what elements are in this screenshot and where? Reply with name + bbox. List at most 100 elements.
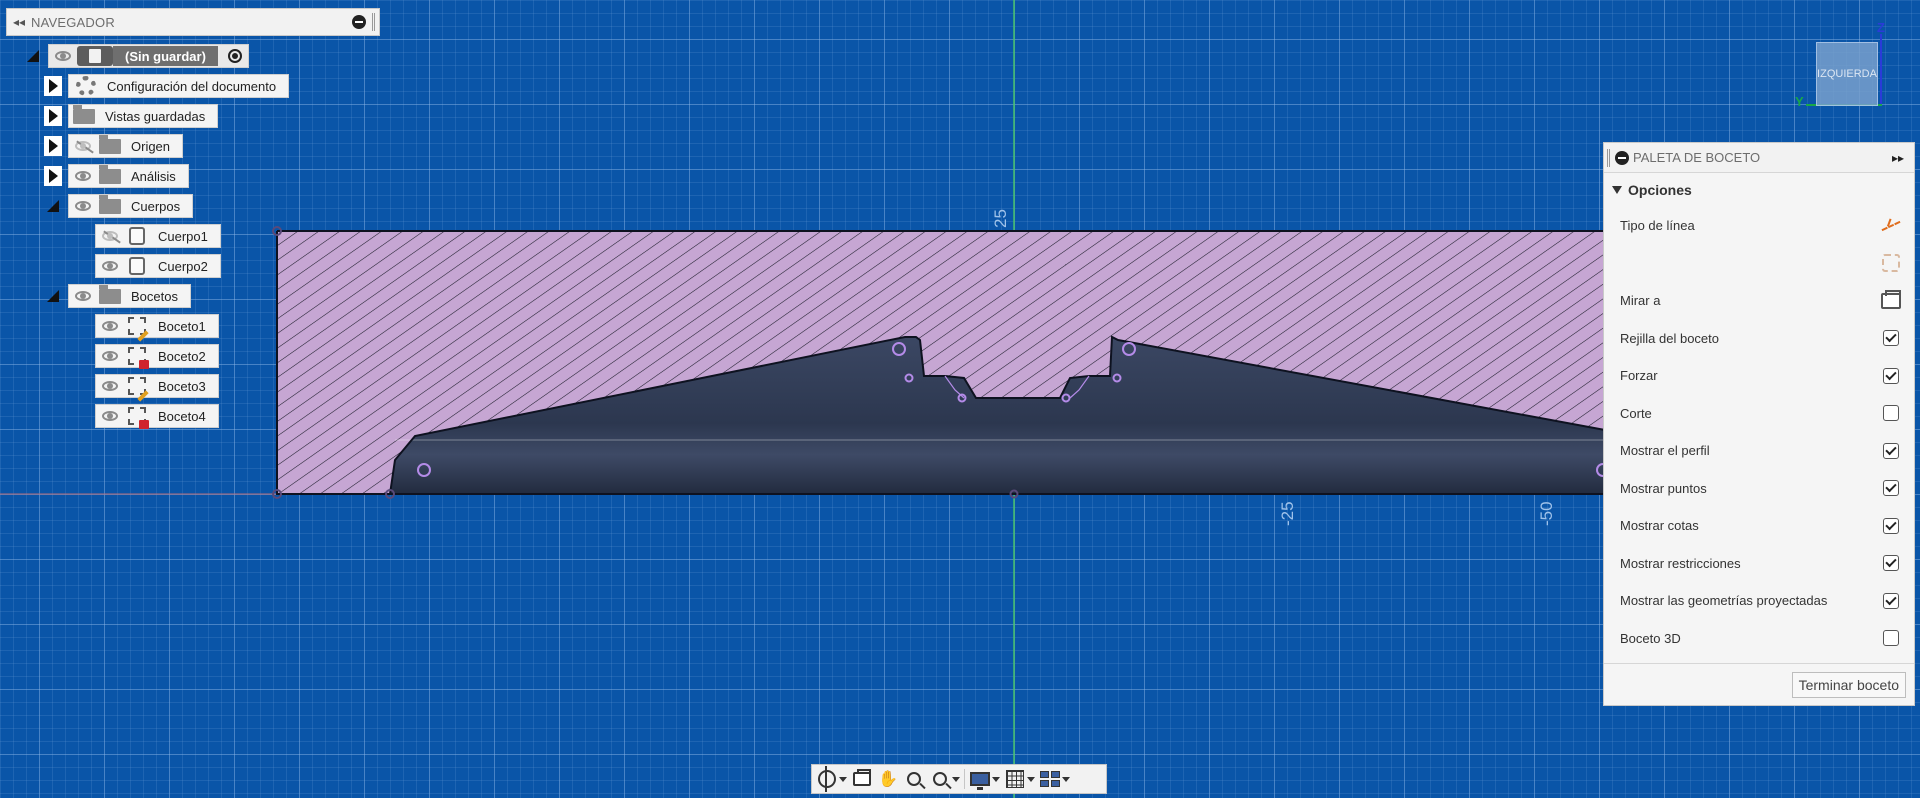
chevron-down-icon[interactable] [839,776,847,782]
sketch-grid-checkbox[interactable] [1883,330,1899,347]
eye-icon[interactable] [69,285,97,307]
3d-sketch-checkbox[interactable] [1883,630,1899,647]
expand-toggle-icon[interactable] [44,106,62,126]
option-show-profile: Mostrar el perfil [1604,432,1914,470]
body-icon [124,255,150,277]
zoom-button[interactable] [903,767,925,791]
view-cube-face-label[interactable]: IZQUIERDA [1817,68,1877,80]
tree-item-document-settings[interactable]: Configuración del documento [44,73,290,99]
eye-icon[interactable] [49,45,77,67]
expand-toggle-icon[interactable] [24,47,42,65]
look-at-button[interactable] [851,767,873,791]
tree-item-analysis[interactable]: Análisis [44,163,189,189]
fit-button[interactable] [929,767,960,791]
finish-sketch-button[interactable]: Terminar boceto [1791,671,1906,698]
expand-toggle-icon[interactable] [44,136,62,156]
eye-icon[interactable] [96,315,124,337]
eye-icon[interactable] [96,405,124,427]
tree-item-label: Configuración del documento [107,78,277,94]
eye-icon[interactable] [69,195,97,217]
display-settings-button[interactable] [969,767,1000,791]
eye-hidden-icon[interactable] [96,225,124,247]
pin-icon[interactable] [352,15,366,29]
sketch-edit-icon [124,315,150,342]
eye-icon[interactable] [96,345,124,367]
option-label: Mostrar restricciones [1620,555,1741,571]
show-dimensions-checkbox[interactable] [1883,517,1899,534]
tree-item-label: Boceto2 [158,348,206,364]
navigator-header[interactable]: ◂◂ NAVEGADOR [6,8,380,36]
option-label: Mostrar puntos [1620,480,1707,496]
eye-icon[interactable] [96,255,124,277]
option-show-projected-geometries: Mostrar las geometrías proyectadas [1604,582,1914,620]
folder-icon [97,134,123,157]
option-look-at: Mirar a [1604,282,1914,320]
tree-item-label: Origen [131,138,171,154]
collapse-toggle-icon[interactable] [44,287,62,305]
z-axis-line [1880,34,1882,104]
grip-handle[interactable] [1607,148,1610,167]
z-axis-label: Z [1877,20,1885,35]
viewports-button[interactable] [1039,767,1070,791]
chevron-down-icon[interactable] [992,776,1000,782]
construction-line-icon[interactable] [1878,214,1904,238]
option-line-type-2 [1604,245,1914,283]
pan-button[interactable]: ✋ [877,767,899,791]
activate-target-icon[interactable] [224,45,246,67]
expand-toggle-icon[interactable] [44,76,62,96]
pin-icon[interactable] [1615,150,1629,165]
tree-item-label: Análisis [131,168,176,184]
tree-item-saved-views[interactable]: Vistas guardadas [44,103,219,129]
zoom-icon [903,769,925,789]
grid-settings-button[interactable] [1004,767,1035,791]
snap-checkbox[interactable] [1883,367,1899,384]
palette-title: PALETA DE BOCETO [1633,150,1761,165]
show-profile-checkbox[interactable] [1883,442,1899,459]
show-projected-geometries-checkbox[interactable] [1883,592,1899,609]
chevron-down-icon[interactable] [952,776,960,782]
tree-item-sketch3[interactable]: Boceto3 [95,373,219,402]
eye-icon[interactable] [96,375,124,397]
pan-icon: ✋ [878,771,898,788]
sketch-locked-icon [124,405,150,429]
option-label: Mirar a [1620,293,1661,309]
option-label: Corte [1620,405,1652,421]
look-at-icon[interactable] [1878,289,1904,313]
palette-header[interactable]: PALETA DE BOCETO ▸▸ [1604,143,1914,173]
viewports-icon [1039,769,1061,789]
collapse-toggle-icon[interactable] [44,197,62,215]
expand-toggle-icon[interactable] [44,166,62,186]
document-icon [77,46,113,66]
show-points-checkbox[interactable] [1883,480,1899,497]
tree-item-label: Cuerpos [131,198,181,214]
sketch-locked-icon [124,345,150,369]
grip-handle[interactable] [372,13,375,31]
centerline-icon[interactable] [1878,251,1904,275]
orbit-button[interactable] [816,766,847,792]
tree-item-sketch1[interactable]: Boceto1 [95,313,219,342]
tree-item-body2[interactable]: Cuerpo2 [95,253,221,279]
eye-icon[interactable] [69,165,97,187]
show-constraints-checkbox[interactable] [1883,555,1899,572]
display-settings-icon [969,769,991,790]
tree-item-body1[interactable]: Cuerpo1 [95,223,221,249]
view-cube[interactable]: IZQUIERDA [1816,42,1878,106]
option-show-dimensions: Mostrar cotas [1604,507,1914,545]
collapse-navigator-icon[interactable]: ◂◂ [7,15,31,29]
chevron-down-icon[interactable] [1027,776,1035,782]
options-section-toggle[interactable]: Opciones [1604,173,1914,207]
tree-item-bodies[interactable]: Cuerpos [44,193,194,219]
root-document-chip[interactable]: (Sin guardar) [48,44,249,68]
tree-item-sketches[interactable]: Bocetos [44,283,191,309]
tree-item-sketch2[interactable]: Boceto2 [95,343,219,369]
chevron-down-icon[interactable] [1062,776,1070,782]
slice-checkbox[interactable] [1883,405,1899,422]
sketch-palette: PALETA DE BOCETO ▸▸ Opciones Tipo de lín… [1603,142,1915,706]
tree-item-origin[interactable]: Origen [44,133,184,159]
tree-root-row[interactable]: (Sin guardar) [24,43,249,69]
dimension-label-minus-50: -50 [1537,501,1556,526]
eye-hidden-icon[interactable] [69,135,97,157]
expand-palette-icon[interactable]: ▸▸ [1892,151,1914,165]
tree-item-sketch4[interactable]: Boceto4 [95,403,219,429]
body-icon [124,225,150,247]
